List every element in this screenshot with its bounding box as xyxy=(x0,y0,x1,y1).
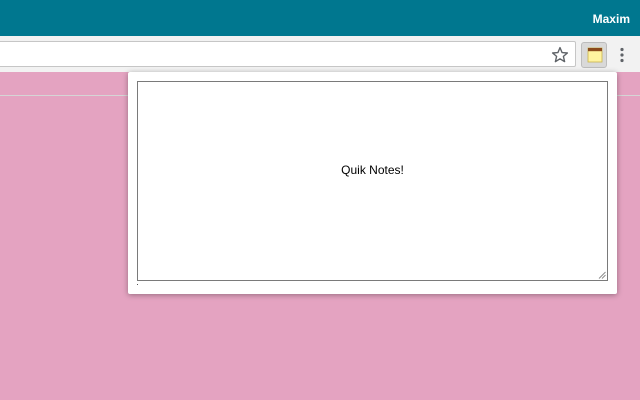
kebab-menu-icon[interactable] xyxy=(617,46,627,64)
note-textarea[interactable]: Quik Notes! xyxy=(137,81,608,281)
profile-name-button[interactable]: Maxim xyxy=(593,12,630,26)
quik-notes-extension-button[interactable] xyxy=(581,42,607,68)
popup-dot xyxy=(137,284,138,285)
notepad-icon xyxy=(587,47,603,63)
browser-titlebar: Maxim xyxy=(0,0,640,36)
resize-handle-icon[interactable] xyxy=(598,271,606,279)
extension-popup: Quik Notes! xyxy=(128,72,617,294)
star-icon[interactable] xyxy=(551,46,569,64)
note-text: Quik Notes! xyxy=(341,163,404,177)
browser-toolbar xyxy=(0,36,640,72)
address-bar[interactable] xyxy=(0,41,576,67)
